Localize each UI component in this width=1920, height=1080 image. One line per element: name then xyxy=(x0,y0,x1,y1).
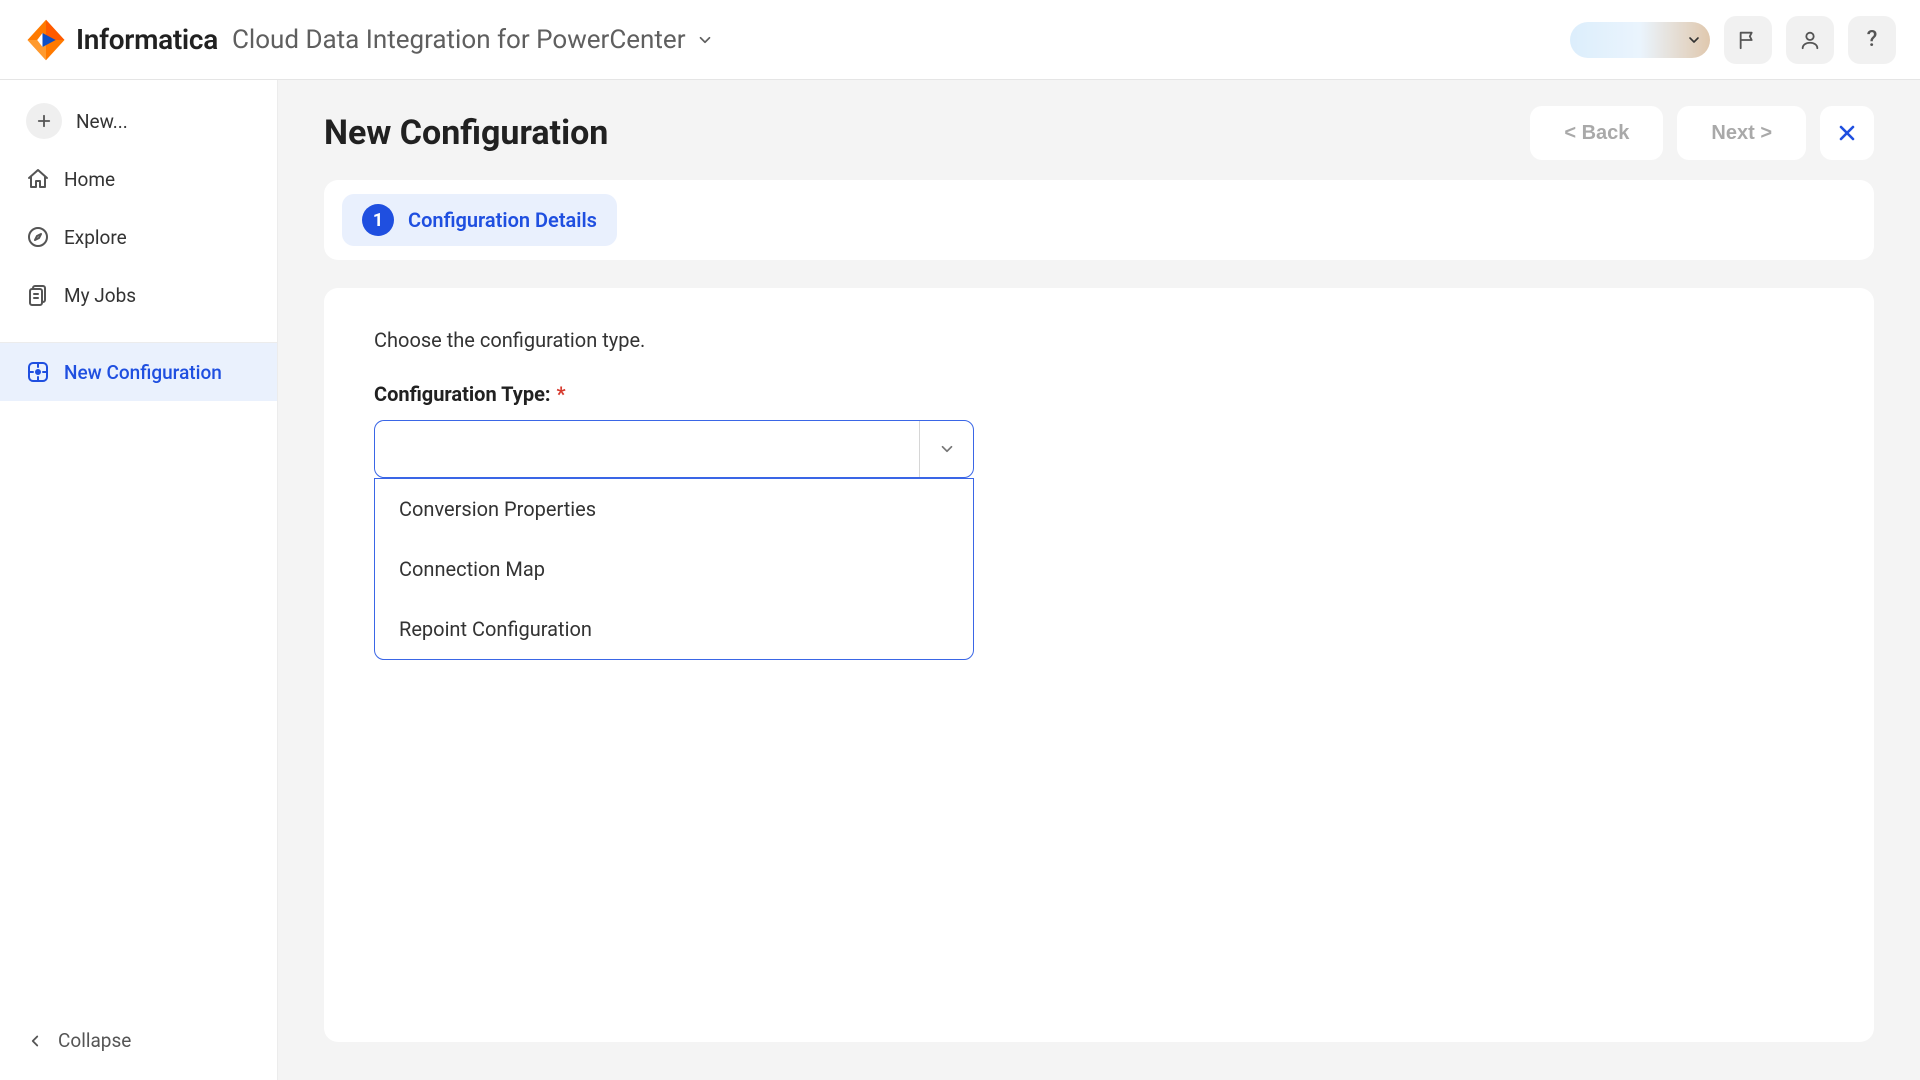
step-number: 1 xyxy=(362,204,394,236)
option-repoint-configuration[interactable]: Repoint Configuration xyxy=(375,599,973,659)
product-name: Cloud Data Integration for PowerCenter xyxy=(232,25,686,55)
chevron-down-icon xyxy=(696,31,714,49)
brand-name: Informatica xyxy=(76,23,218,56)
sidebar-item-label: Home xyxy=(64,168,115,191)
page-header: New Configuration < Back Next > xyxy=(324,106,1874,160)
home-icon xyxy=(26,167,50,191)
sidebar-item-label: New... xyxy=(76,110,128,133)
step-configuration-details[interactable]: 1 Configuration Details xyxy=(342,194,617,246)
plus-icon xyxy=(26,103,62,139)
sidebar-item-label: New Configuration xyxy=(64,361,222,384)
close-button[interactable] xyxy=(1820,106,1874,160)
chevron-left-icon xyxy=(26,1032,44,1050)
config-type-dropdown: Conversion Properties Connection Map Rep… xyxy=(374,478,974,660)
target-icon xyxy=(26,360,50,384)
sidebar-item-explore[interactable]: Explore xyxy=(0,208,277,266)
sidebar-collapse[interactable]: Collapse xyxy=(0,1011,277,1080)
config-type-label: Configuration Type: * xyxy=(374,382,1824,406)
informatica-logo-icon xyxy=(24,18,68,62)
help-icon: ? xyxy=(1867,27,1878,52)
config-type-label-text: Configuration Type: xyxy=(374,382,551,406)
logo-block: Informatica xyxy=(24,18,218,62)
sidebar-item-new-configuration[interactable]: New Configuration xyxy=(0,343,277,401)
header-actions: ? xyxy=(1570,16,1896,64)
config-type-select: Conversion Properties Connection Map Rep… xyxy=(374,420,974,478)
product-switcher[interactable]: Cloud Data Integration for PowerCenter xyxy=(232,25,714,55)
user-icon xyxy=(1799,29,1821,51)
option-connection-map[interactable]: Connection Map xyxy=(375,539,973,599)
config-type-input[interactable] xyxy=(375,421,919,477)
compass-icon xyxy=(26,225,50,249)
sidebar-item-label: My Jobs xyxy=(64,284,136,307)
step-label: Configuration Details xyxy=(408,208,597,232)
chevron-down-icon xyxy=(1686,32,1702,48)
sidebar-item-myjobs[interactable]: My Jobs xyxy=(0,266,277,324)
chevron-down-icon xyxy=(938,440,956,458)
main-content: New Configuration < Back Next > 1 Config… xyxy=(278,80,1920,1080)
required-asterisk: * xyxy=(557,382,566,406)
next-button[interactable]: Next > xyxy=(1677,106,1806,160)
page-title: New Configuration xyxy=(324,113,608,153)
form-hint: Choose the configuration type. xyxy=(374,328,1824,352)
user-button[interactable] xyxy=(1786,16,1834,64)
option-conversion-properties[interactable]: Conversion Properties xyxy=(375,479,973,539)
select-box[interactable] xyxy=(374,420,974,478)
close-icon xyxy=(1835,121,1859,145)
flag-icon xyxy=(1737,29,1759,51)
form-card: Choose the configuration type. Configura… xyxy=(324,288,1874,1042)
wizard-steps: 1 Configuration Details xyxy=(324,180,1874,260)
jobs-icon xyxy=(26,283,50,307)
app-header: Informatica Cloud Data Integration for P… xyxy=(0,0,1920,80)
sidebar: New... Home Explore My Jobs xyxy=(0,80,278,1080)
sidebar-item-label: Explore xyxy=(64,226,127,249)
sidebar-item-home[interactable]: Home xyxy=(0,150,277,208)
help-button[interactable]: ? xyxy=(1848,16,1896,64)
back-button[interactable]: < Back xyxy=(1530,106,1663,160)
org-switcher[interactable] xyxy=(1570,22,1710,58)
select-toggle[interactable] xyxy=(919,421,973,477)
sidebar-item-new[interactable]: New... xyxy=(0,92,277,150)
flag-button[interactable] xyxy=(1724,16,1772,64)
collapse-label: Collapse xyxy=(58,1029,131,1052)
